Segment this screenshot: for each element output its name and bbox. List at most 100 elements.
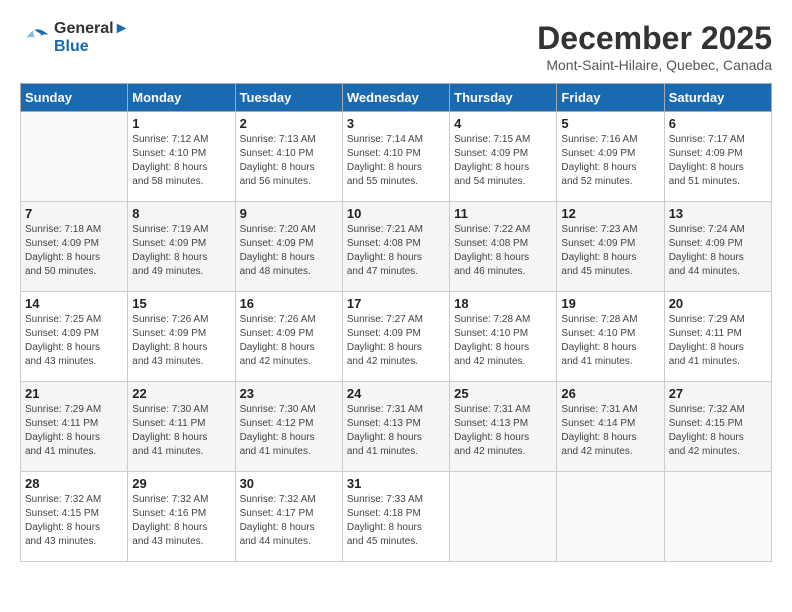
header-cell-friday: Friday: [557, 84, 664, 112]
day-info: Sunrise: 7:16 AM Sunset: 4:09 PM Dayligh…: [561, 133, 659, 189]
day-info: Sunrise: 7:32 AM Sunset: 4:15 PM Dayligh…: [25, 493, 123, 549]
day-cell: 31 Sunrise: 7:33 AM Sunset: 4:18 PM Dayli…: [342, 472, 449, 562]
day-number: 6: [669, 116, 767, 131]
day-cell: 12Sunrise: 7:23 AM Sunset: 4:09 PM Dayli…: [557, 202, 664, 292]
day-number: 15: [132, 296, 230, 311]
day-number: 25: [454, 386, 552, 401]
day-number: 24: [347, 386, 445, 401]
day-info: Sunrise: 7:30 AM Sunset: 4:11 PM Dayligh…: [132, 403, 230, 459]
day-cell: 8 Sunrise: 7:19 AM Sunset: 4:09 PM Daylig…: [128, 202, 235, 292]
day-number: 17: [347, 296, 445, 311]
day-number: 28: [25, 476, 123, 491]
logo-bird-icon: [20, 26, 50, 50]
day-number: 4: [454, 116, 552, 131]
day-info: Sunrise: 7:32 AM Sunset: 4:15 PM Dayligh…: [669, 403, 767, 459]
day-info: Sunrise: 7:28 AM Sunset: 4:10 PM Dayligh…: [561, 313, 659, 369]
day-number: 11: [454, 206, 552, 221]
day-number: 5: [561, 116, 659, 131]
day-info: Sunrise: 7:24 AM Sunset: 4:09 PM Dayligh…: [669, 223, 767, 279]
day-number: 3: [347, 116, 445, 131]
day-info: Sunrise: 7:33 AM Sunset: 4:18 PM Dayligh…: [347, 493, 445, 549]
logo: General► Blue: [20, 20, 129, 56]
day-cell: 22 Sunrise: 7:30 AM Sunset: 4:11 PM Dayli…: [128, 382, 235, 472]
day-cell: 26 Sunrise: 7:31 AM Sunset: 4:14 PM Dayli…: [557, 382, 664, 472]
day-cell: 7Sunrise: 7:18 AM Sunset: 4:09 PM Daylig…: [21, 202, 128, 292]
location: Mont-Saint-Hilaire, Quebec, Canada: [537, 57, 772, 73]
day-number: 31: [347, 476, 445, 491]
day-info: Sunrise: 7:30 AM Sunset: 4:12 PM Dayligh…: [240, 403, 338, 459]
day-info: Sunrise: 7:17 AM Sunset: 4:09 PM Dayligh…: [669, 133, 767, 189]
day-info: Sunrise: 7:27 AM Sunset: 4:09 PM Dayligh…: [347, 313, 445, 369]
day-cell: [664, 472, 771, 562]
day-number: 1: [132, 116, 230, 131]
day-cell: 21 Sunrise: 7:29 AM Sunset: 4:11 PM Dayli…: [21, 382, 128, 472]
logo-text: General► Blue: [54, 20, 129, 56]
day-cell: 30 Sunrise: 7:32 AM Sunset: 4:17 PM Dayli…: [235, 472, 342, 562]
day-info: Sunrise: 7:23 AM Sunset: 4:09 PM Dayligh…: [561, 223, 659, 279]
day-info: Sunrise: 7:31 AM Sunset: 4:14 PM Dayligh…: [561, 403, 659, 459]
calendar-table: SundayMondayTuesdayWednesdayThursdayFrid…: [20, 83, 772, 562]
day-cell: 15Sunrise: 7:26 AM Sunset: 4:09 PM Dayli…: [128, 292, 235, 382]
title-block: December 2025 Mont-Saint-Hilaire, Quebec…: [537, 20, 772, 73]
day-info: Sunrise: 7:18 AM Sunset: 4:09 PM Dayligh…: [25, 223, 123, 279]
day-info: Sunrise: 7:31 AM Sunset: 4:13 PM Dayligh…: [454, 403, 552, 459]
day-cell: 5 Sunrise: 7:16 AM Sunset: 4:09 PM Daylig…: [557, 112, 664, 202]
day-cell: 6 Sunrise: 7:17 AM Sunset: 4:09 PM Daylig…: [664, 112, 771, 202]
day-number: 21: [25, 386, 123, 401]
day-cell: [21, 112, 128, 202]
day-number: 20: [669, 296, 767, 311]
week-row-3: 14 Sunrise: 7:25 AM Sunset: 4:09 PM Dayli…: [21, 292, 772, 382]
header-row: SundayMondayTuesdayWednesdayThursdayFrid…: [21, 84, 772, 112]
day-cell: 27 Sunrise: 7:32 AM Sunset: 4:15 PM Dayli…: [664, 382, 771, 472]
day-number: 30: [240, 476, 338, 491]
day-info: Sunrise: 7:25 AM Sunset: 4:09 PM Dayligh…: [25, 313, 123, 369]
day-cell: 3Sunrise: 7:14 AM Sunset: 4:10 PM Daylig…: [342, 112, 449, 202]
header-cell-wednesday: Wednesday: [342, 84, 449, 112]
day-cell: [450, 472, 557, 562]
day-cell: 25 Sunrise: 7:31 AM Sunset: 4:13 PM Dayli…: [450, 382, 557, 472]
day-info: Sunrise: 7:22 AM Sunset: 4:08 PM Dayligh…: [454, 223, 552, 279]
day-number: 27: [669, 386, 767, 401]
day-number: 14: [25, 296, 123, 311]
day-number: 16: [240, 296, 338, 311]
day-info: Sunrise: 7:26 AM Sunset: 4:09 PM Dayligh…: [240, 313, 338, 369]
week-row-1: 1Sunrise: 7:12 AM Sunset: 4:10 PM Daylig…: [21, 112, 772, 202]
day-cell: 14 Sunrise: 7:25 AM Sunset: 4:09 PM Dayli…: [21, 292, 128, 382]
day-info: Sunrise: 7:29 AM Sunset: 4:11 PM Dayligh…: [25, 403, 123, 459]
day-info: Sunrise: 7:21 AM Sunset: 4:08 PM Dayligh…: [347, 223, 445, 279]
day-number: 26: [561, 386, 659, 401]
day-number: 29: [132, 476, 230, 491]
day-number: 2: [240, 116, 338, 131]
day-cell: 28 Sunrise: 7:32 AM Sunset: 4:15 PM Dayli…: [21, 472, 128, 562]
day-cell: 29 Sunrise: 7:32 AM Sunset: 4:16 PM Dayli…: [128, 472, 235, 562]
week-row-2: 7Sunrise: 7:18 AM Sunset: 4:09 PM Daylig…: [21, 202, 772, 292]
day-cell: 19 Sunrise: 7:28 AM Sunset: 4:10 PM Dayli…: [557, 292, 664, 382]
day-cell: 18 Sunrise: 7:28 AM Sunset: 4:10 PM Dayli…: [450, 292, 557, 382]
header-cell-thursday: Thursday: [450, 84, 557, 112]
day-info: Sunrise: 7:13 AM Sunset: 4:10 PM Dayligh…: [240, 133, 338, 189]
day-cell: 24 Sunrise: 7:31 AM Sunset: 4:13 PM Dayli…: [342, 382, 449, 472]
day-cell: 1Sunrise: 7:12 AM Sunset: 4:10 PM Daylig…: [128, 112, 235, 202]
day-number: 8: [132, 206, 230, 221]
day-number: 18: [454, 296, 552, 311]
day-number: 13: [669, 206, 767, 221]
day-info: Sunrise: 7:32 AM Sunset: 4:16 PM Dayligh…: [132, 493, 230, 549]
day-info: Sunrise: 7:31 AM Sunset: 4:13 PM Dayligh…: [347, 403, 445, 459]
day-cell: 20 Sunrise: 7:29 AM Sunset: 4:11 PM Dayli…: [664, 292, 771, 382]
header-cell-monday: Monday: [128, 84, 235, 112]
header-cell-saturday: Saturday: [664, 84, 771, 112]
day-info: Sunrise: 7:15 AM Sunset: 4:09 PM Dayligh…: [454, 133, 552, 189]
day-info: Sunrise: 7:29 AM Sunset: 4:11 PM Dayligh…: [669, 313, 767, 369]
day-info: Sunrise: 7:32 AM Sunset: 4:17 PM Dayligh…: [240, 493, 338, 549]
day-info: Sunrise: 7:28 AM Sunset: 4:10 PM Dayligh…: [454, 313, 552, 369]
day-number: 19: [561, 296, 659, 311]
day-cell: 17 Sunrise: 7:27 AM Sunset: 4:09 PM Dayli…: [342, 292, 449, 382]
day-number: 22: [132, 386, 230, 401]
day-cell: 11 Sunrise: 7:22 AM Sunset: 4:08 PM Dayli…: [450, 202, 557, 292]
day-info: Sunrise: 7:20 AM Sunset: 4:09 PM Dayligh…: [240, 223, 338, 279]
day-cell: [557, 472, 664, 562]
day-number: 23: [240, 386, 338, 401]
week-row-5: 28 Sunrise: 7:32 AM Sunset: 4:15 PM Dayli…: [21, 472, 772, 562]
day-info: Sunrise: 7:19 AM Sunset: 4:09 PM Dayligh…: [132, 223, 230, 279]
day-cell: 9Sunrise: 7:20 AM Sunset: 4:09 PM Daylig…: [235, 202, 342, 292]
